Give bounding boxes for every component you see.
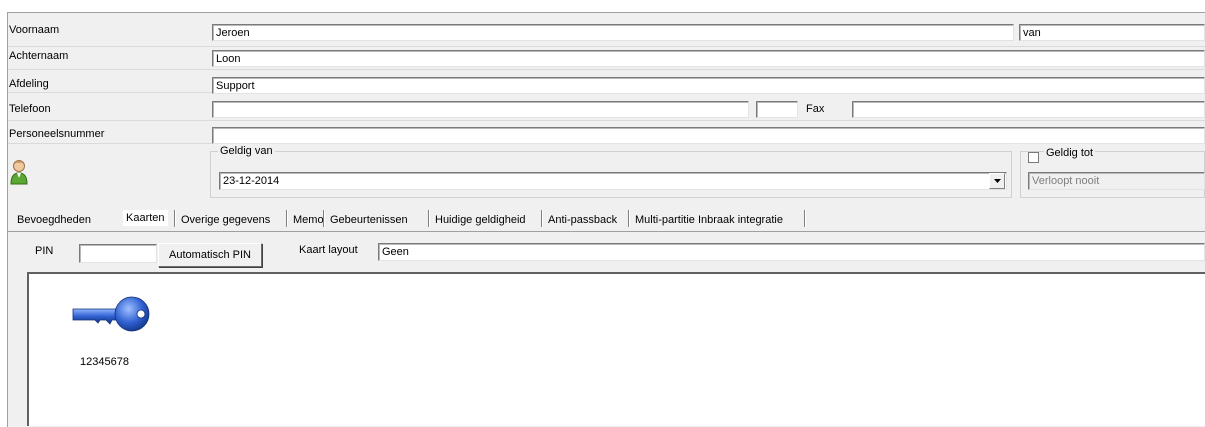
geldig-tot-field: Verloopt nooit [1028, 172, 1205, 190]
voornaam-label: Voornaam [9, 24, 60, 36]
key-icon [72, 293, 152, 340]
chevron-down-icon[interactable] [989, 173, 1005, 189]
cards-area [27, 272, 1205, 426]
tab-divider [323, 210, 325, 227]
kaart-layout-field[interactable]: Geen [378, 243, 1205, 261]
tab-memo[interactable]: Memo [290, 212, 327, 228]
voornaam-field[interactable]: Jeroen [212, 24, 1014, 41]
geldig-tot-label: Geldig tot [1044, 147, 1096, 159]
afdeling-field[interactable]: Support [212, 77, 1205, 94]
row-divider [8, 46, 1205, 47]
achternaam-label: Achternaam [9, 50, 69, 62]
tussenvoegsel-field[interactable]: van [1019, 24, 1205, 41]
tab-divider [428, 210, 430, 227]
row-divider [8, 69, 1205, 70]
card-number: 12345678 [80, 356, 129, 368]
automatisch-pin-button[interactable]: Automatisch PIN [158, 243, 262, 267]
tab-divider [286, 210, 288, 227]
personeelsnummer-field[interactable] [212, 127, 1205, 144]
geldig-van-label: Geldig van [218, 145, 275, 157]
pin-field[interactable] [79, 244, 157, 263]
toestel-field[interactable] [756, 101, 798, 118]
tab-divider [804, 210, 806, 227]
user-avatar-icon [9, 159, 29, 185]
pin-label: PIN [35, 245, 54, 257]
tab-gebeurtenissen[interactable]: Gebeurtenissen [327, 212, 411, 228]
achternaam-field[interactable]: Loon [212, 50, 1205, 67]
card-item[interactable] [72, 293, 152, 337]
tab-overige-gegevens[interactable]: Overige gegevens [178, 212, 273, 228]
telefoon-label: Telefoon [9, 103, 51, 115]
tab-divider [628, 210, 630, 227]
row-divider [8, 120, 1205, 121]
geldig-tot-checkbox[interactable] [1028, 152, 1039, 163]
tab-divider [541, 210, 543, 227]
tab-divider [174, 210, 176, 227]
tab-anti-passback[interactable]: Anti-passback [545, 212, 620, 228]
kaart-layout-label: Kaart layout [299, 244, 358, 256]
tab-content-border [8, 231, 1205, 232]
geldig-van-datepicker[interactable]: 23-12-2014 [219, 172, 1007, 190]
tab-multi-partitie[interactable]: Multi-partitie Inbraak integratie [632, 212, 786, 228]
tab-huidige-geldigheid[interactable]: Huidige geldigheid [432, 212, 529, 228]
tab-kaarten[interactable]: Kaarten [123, 210, 168, 226]
afdeling-label: Afdeling [9, 78, 49, 90]
fax-field[interactable] [852, 101, 1205, 118]
fax-label: Fax [806, 103, 825, 115]
personeelsnummer-label: Personeelsnummer [9, 128, 105, 140]
telefoon-field[interactable] [212, 101, 749, 118]
tab-bevoegdheden[interactable]: Bevoegdheden [14, 212, 95, 228]
